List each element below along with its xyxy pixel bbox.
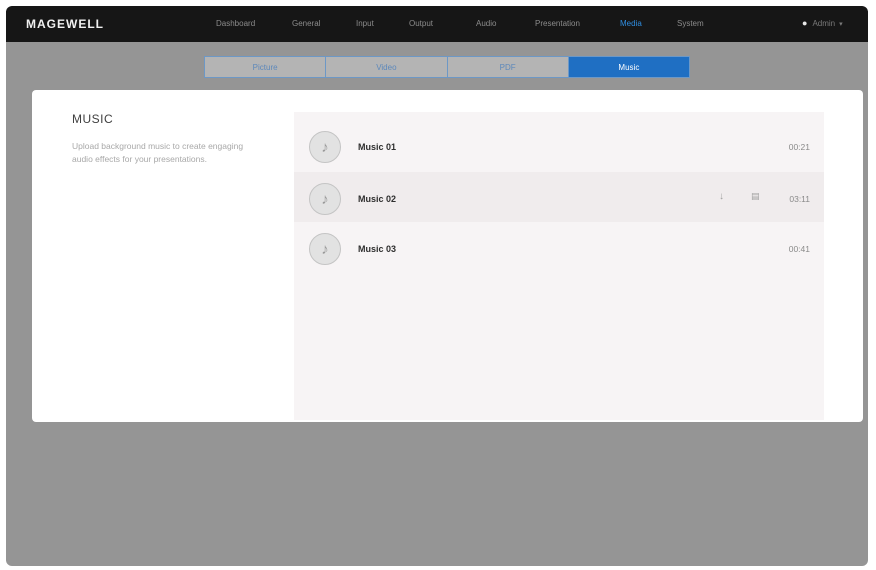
music-item[interactable]: ♪ Music 03 00:41 (294, 222, 824, 272)
chevron-down-icon: ▾ (839, 21, 843, 28)
nav-general[interactable]: General (292, 19, 320, 28)
app-window: MAGEWELL Dashboard General Input Output … (6, 6, 868, 566)
music-name: Music 02 (358, 194, 397, 204)
nav-output[interactable]: Output (409, 19, 433, 28)
user-menu[interactable]: ● Admin ▾ (802, 18, 843, 28)
tab-pdf[interactable]: PDF (448, 57, 569, 77)
music-duration: 00:21 (788, 142, 810, 152)
music-note-icon: ♪ (309, 183, 341, 215)
delete-icon[interactable]: ▤ (751, 191, 760, 202)
user-name: Admin (812, 19, 836, 28)
top-navigation-bar: MAGEWELL Dashboard General Input Output … (6, 6, 868, 42)
music-note-icon: ♪ (309, 233, 341, 265)
download-icon[interactable]: ↓ (719, 191, 724, 202)
music-duration: 00:41 (788, 244, 810, 254)
nav-presentation[interactable]: Presentation (535, 19, 580, 28)
music-note-icon: ♪ (309, 131, 341, 163)
music-name: Music 03 (358, 244, 397, 254)
music-item[interactable]: ♪ Music 01 00:21 (294, 120, 824, 170)
music-name: Music 01 (358, 142, 397, 152)
nav-system[interactable]: System (677, 19, 704, 28)
nav-dashboard[interactable]: Dashboard (216, 19, 255, 28)
tab-picture[interactable]: Picture (205, 57, 327, 77)
nav-input[interactable]: Input (356, 19, 374, 28)
music-duration: 03:11 (789, 194, 810, 204)
nav-audio[interactable]: Audio (476, 19, 496, 28)
tab-video[interactable]: Video (326, 57, 448, 77)
music-panel: MUSIC Upload background music to create … (32, 90, 863, 422)
nav-media[interactable]: Media (620, 19, 642, 28)
music-item[interactable]: ♪ Music 02 ↓ ▤ 03:11 (294, 172, 824, 222)
brand-logo: MAGEWELL (26, 17, 104, 31)
media-tabs: Picture Video PDF Music (204, 56, 690, 78)
tab-music[interactable]: Music (568, 57, 689, 77)
section-description: Upload background music to create engagi… (72, 141, 244, 164)
user-icon: ● (802, 18, 808, 28)
section-title: MUSIC (72, 112, 114, 126)
music-list: ♪ Music 01 00:21 ♪ Music 02 ↓ ▤ 03:11 ♪ … (294, 112, 824, 420)
